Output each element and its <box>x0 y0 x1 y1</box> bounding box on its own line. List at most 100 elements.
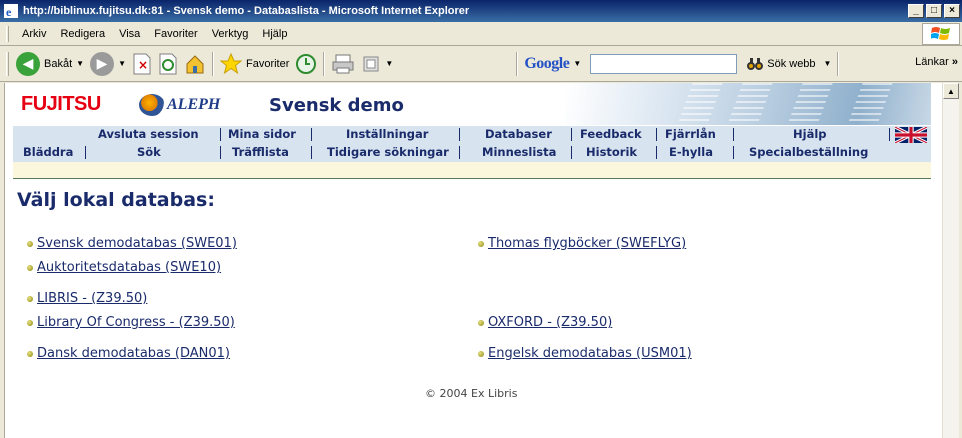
nav-row-2: Bläddra Sök Träfflista Tidigare sökninga… <box>13 144 931 162</box>
menu-favoriter[interactable]: Favoriter <box>147 28 204 40</box>
database-link-libris[interactable]: LIBRIS - (Z39.50) <box>37 291 147 306</box>
header-building-image <box>565 83 931 125</box>
bullet-icon <box>27 240 33 247</box>
google-search-input[interactable] <box>590 53 738 74</box>
page-heading: Välj lokal databas: <box>17 189 215 211</box>
list-item: Thomas flygböcker (SWEFLYG) <box>478 236 686 251</box>
bullet-icon <box>27 350 33 357</box>
bullet-icon <box>478 319 484 326</box>
list-item: Engelsk demodatabas (USM01) <box>478 346 692 361</box>
database-link-oxford[interactable]: OXFORD - (Z39.50) <box>488 315 612 330</box>
nav-specialbestallning[interactable]: Specialbeställning <box>749 145 868 159</box>
database-link-sweflyg[interactable]: Thomas flygböcker (SWEFLYG) <box>488 236 686 251</box>
menu-visa[interactable]: Visa <box>112 28 147 40</box>
bullet-icon <box>27 319 33 326</box>
back-button[interactable]: ◀ Bakåt ▼ <box>13 50 87 78</box>
menubar-grip <box>6 25 9 42</box>
search-web-button[interactable]: Sök webb ▼ <box>743 50 834 78</box>
list-item: Auktoritetsdatabas (SWE10) <box>27 260 221 275</box>
history-icon <box>296 53 317 74</box>
site-title: Svensk demo <box>269 95 404 116</box>
nav-mina-sidor[interactable]: Mina sidor <box>228 127 296 141</box>
list-item: Library Of Congress - (Z39.50) <box>27 315 235 330</box>
fujitsu-logo: FUJITSU <box>21 93 101 115</box>
database-link-usm01[interactable]: Engelsk demodatabas (USM01) <box>488 346 692 361</box>
svg-text:e: e <box>6 5 12 18</box>
nav-fjarrlan[interactable]: Fjärrlån <box>665 127 716 141</box>
printer-icon <box>332 54 354 73</box>
database-link-dan01[interactable]: Dansk demodatabas (DAN01) <box>37 346 230 361</box>
nav-databaser[interactable]: Databaser <box>485 127 552 141</box>
search-web-dropdown-icon[interactable]: ▼ <box>824 59 832 68</box>
maximize-button[interactable]: □ <box>926 4 942 18</box>
menu-hjalp[interactable]: Hjälp <box>255 28 294 40</box>
nav-feedback[interactable]: Feedback <box>580 127 642 141</box>
favorites-button[interactable]: Favoriter <box>217 50 292 78</box>
nav-avsluta-session[interactable]: Avsluta session <box>98 127 199 141</box>
back-arrow-icon: ◀ <box>16 51 40 76</box>
google-dropdown-icon[interactable]: ▼ <box>573 59 581 68</box>
home-button[interactable] <box>181 50 209 78</box>
links-toolbar[interactable]: Länkar » <box>915 56 958 68</box>
bullet-icon <box>27 295 33 302</box>
google-menu-button[interactable]: Google ▼ <box>521 50 584 78</box>
favorites-label: Favoriter <box>245 57 290 70</box>
page-header: FUJITSU ALEPH Svensk demo <box>5 83 931 125</box>
menu-arkiv[interactable]: Arkiv <box>15 28 53 40</box>
list-item: Dansk demodatabas (DAN01) <box>27 346 230 361</box>
ie-icon: e <box>3 3 19 19</box>
forward-dropdown-icon[interactable]: ▼ <box>118 59 126 68</box>
nav-trafflista[interactable]: Träfflista <box>232 145 289 159</box>
list-item: Svensk demodatabas (SWE01) <box>27 236 237 251</box>
nav-row-1: Avsluta session Mina sidor Inställningar… <box>13 126 931 144</box>
bullet-icon <box>478 240 484 247</box>
close-button[interactable]: × <box>944 4 960 18</box>
nav-hjalp[interactable]: Hjälp <box>793 127 827 141</box>
nav-minneslista[interactable]: Minneslista <box>482 145 556 159</box>
aleph-swirl-icon <box>139 94 165 116</box>
vertical-scrollbar[interactable]: ▲ <box>942 83 959 438</box>
list-item: OXFORD - (Z39.50) <box>478 315 612 330</box>
history-button[interactable] <box>292 50 320 78</box>
binoculars-icon <box>747 57 764 70</box>
star-icon <box>219 52 242 74</box>
scroll-up-icon[interactable]: ▲ <box>943 83 959 99</box>
nav-bladdra[interactable]: Bläddra <box>23 145 73 159</box>
list-item: LIBRIS - (Z39.50) <box>27 291 147 306</box>
menu-verktyg[interactable]: Verktyg <box>205 28 256 40</box>
google-logo: Google <box>524 54 570 72</box>
search-web-label: Sök webb <box>767 57 816 70</box>
database-link-swe10[interactable]: Auktoritetsdatabas (SWE10) <box>37 260 221 275</box>
minimize-button[interactable]: _ <box>908 4 924 18</box>
nav-sok[interactable]: Sök <box>137 145 161 159</box>
print-button[interactable] <box>328 50 358 78</box>
toolbar-grip <box>6 51 9 76</box>
forward-button[interactable]: ▶ ▼ <box>87 50 129 78</box>
uk-flag-icon[interactable] <box>895 127 927 143</box>
menu-redigera[interactable]: Redigera <box>53 28 112 40</box>
edit-dropdown-icon[interactable]: ▼ <box>385 59 393 68</box>
back-dropdown-icon[interactable]: ▼ <box>76 59 84 68</box>
svg-text:×: × <box>138 58 148 72</box>
window-title: http://biblinux.fujitsu.dk:81 - Svensk d… <box>23 5 470 17</box>
database-link-loc[interactable]: Library Of Congress - (Z39.50) <box>37 315 235 330</box>
database-link-swe01[interactable]: Svensk demodatabas (SWE01) <box>37 236 237 251</box>
edit-button[interactable]: ▼ <box>358 50 396 78</box>
copyright-text: © 2004 Ex Libris <box>425 387 518 400</box>
windows-logo-icon <box>922 23 960 45</box>
refresh-icon <box>159 53 177 74</box>
forward-arrow-icon: ▶ <box>90 51 115 76</box>
bullet-icon <box>27 264 33 271</box>
refresh-button[interactable] <box>155 50 181 78</box>
aleph-wordmark: ALEPH <box>167 96 221 113</box>
nav-installningar[interactable]: Inställningar <box>346 127 428 141</box>
status-band <box>13 162 931 179</box>
nav-tidigare-sokningar[interactable]: Tidigare sökningar <box>327 145 449 159</box>
nav-historik[interactable]: Historik <box>586 145 637 159</box>
back-label: Bakåt <box>44 57 73 70</box>
edit-page-icon <box>363 56 379 71</box>
nav-e-hylla[interactable]: E-hylla <box>669 145 713 159</box>
page-viewport: FUJITSU ALEPH Svensk demo Avsluta sessio… <box>4 83 942 438</box>
stop-button[interactable]: × <box>129 50 155 78</box>
bullet-icon <box>478 350 484 357</box>
